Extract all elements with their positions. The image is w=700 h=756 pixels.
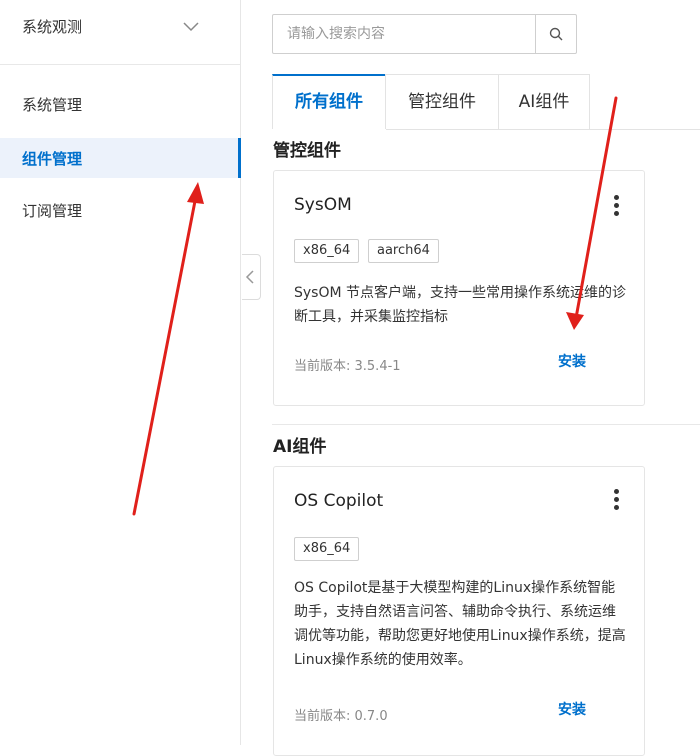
section-title-ai: AI组件 <box>273 437 327 457</box>
install-button[interactable]: 安装 <box>558 351 586 371</box>
sidebar: 系统观测 系统管理 组件管理 订阅管理 <box>0 0 241 745</box>
install-button[interactable]: 安装 <box>558 699 586 719</box>
sidebar-item-subscription-management[interactable]: 订阅管理 <box>0 190 240 230</box>
sidebar-item-label: 系统管理 <box>22 96 83 114</box>
card-version: 当前版本: 0.7.0 <box>294 709 388 724</box>
search-button[interactable] <box>535 15 576 53</box>
sidebar-header-title: 系统观测 <box>22 18 83 36</box>
sidebar-item-component-management[interactable]: 组件管理 <box>0 138 241 178</box>
chevron-down-icon[interactable] <box>182 18 200 37</box>
sidebar-item-label: 订阅管理 <box>22 202 83 220</box>
section-divider <box>272 424 700 425</box>
search-input[interactable] <box>273 15 535 53</box>
card-description: SysOM 节点客户端，支持一些常用操作系统运维的诊断工具，并采集监控指标 <box>294 285 627 325</box>
sidebar-item-system-management[interactable]: 系统管理 <box>0 84 240 124</box>
chevron-left-icon <box>245 270 254 284</box>
tab-control-components[interactable]: 管控组件 <box>385 74 499 129</box>
card-title: SysOM <box>294 195 352 215</box>
tab-ai-components[interactable]: AI组件 <box>498 74 590 129</box>
component-card-os-copilot: OS Copilot x86_64 OS Copilot是基于大模型构建的Lin… <box>273 466 645 756</box>
sidebar-header[interactable]: 系统观测 <box>0 0 240 65</box>
tab-divider <box>386 129 700 130</box>
card-version: 当前版本: 3.5.4-1 <box>294 359 401 374</box>
component-card-sysom: SysOM x86_64 aarch64 SysOM 节点客户端，支持一些常用操… <box>273 170 645 406</box>
section-title-control: 管控组件 <box>273 141 341 161</box>
arch-tag: x86_64 <box>294 239 360 263</box>
search-box <box>272 14 577 54</box>
arch-tag: x86_64 <box>294 537 360 561</box>
tab-all-components[interactable]: 所有组件 <box>272 74 386 129</box>
sidebar-collapse-button[interactable] <box>242 254 261 300</box>
card-title: OS Copilot <box>294 491 384 511</box>
sidebar-item-label: 组件管理 <box>22 150 83 168</box>
search-icon <box>549 27 563 41</box>
more-vertical-icon[interactable] <box>614 489 620 511</box>
more-vertical-icon[interactable] <box>614 195 620 217</box>
arch-tag: aarch64 <box>368 239 439 263</box>
card-description: OS Copilot是基于大模型构建的Linux操作系统智能助手，支持自然语言问… <box>294 580 626 668</box>
